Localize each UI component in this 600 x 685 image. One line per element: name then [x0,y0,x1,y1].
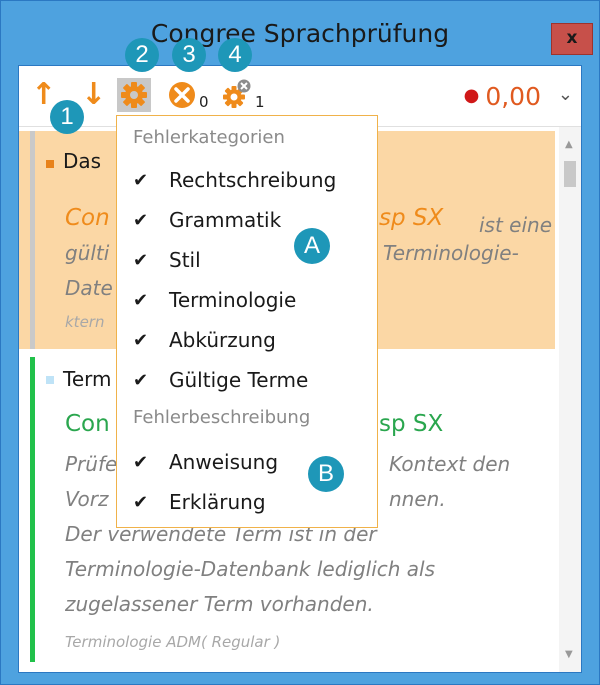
window-title: Congree Sprachprüfung [150,19,450,48]
description-line: Date [65,276,113,300]
menu-item-grammatik[interactable]: ✔ Grammatik [117,202,377,238]
category-label: Term [63,367,112,391]
gear-x-icon [223,79,251,108]
term-text: Con [65,411,110,437]
check-icon: ✔ [133,250,149,271]
menu-item-stil[interactable]: ✔ Stil [117,242,377,278]
callout-4: 4 [218,38,252,72]
scroll-down-icon[interactable]: ▼ [565,649,573,660]
close-button[interactable]: x [551,23,593,55]
chevron-down-icon[interactable]: ⌄ [558,84,573,105]
menu-item-label: Rechtschreibung [169,168,337,192]
card-indicator-bar [30,131,35,349]
title-bar: Congree Sprachprüfung x [1,1,599,65]
menu-item-abkuerzung[interactable]: ✔ Abkürzung [117,322,377,358]
description-line: nnen. [389,487,446,511]
term-text: Con [65,205,110,231]
menu-item-label: Anweisung [169,450,279,474]
menu-item-gueltige-terme[interactable]: ✔ Gültige Terme [117,362,377,398]
card-indicator-bar [30,357,35,662]
description-line: Terminologie-Datenbank lediglich als [65,557,436,581]
menu-item-label: Abkürzung [169,328,276,352]
category-marker [46,160,54,168]
menu-item-terminologie[interactable]: ✔ Terminologie [117,282,377,318]
callout-1: 1 [50,100,84,134]
scroll-thumb[interactable] [564,161,576,187]
term-text-end: sp SX [379,205,444,231]
callout-3: 3 [172,38,206,72]
check-icon: ✔ [133,452,149,473]
check-icon: ✔ [133,290,149,311]
source-label: ktern [65,313,105,331]
check-icon: ✔ [133,492,149,513]
vertical-scrollbar[interactable]: ▲ ▼ [559,127,581,672]
check-icon: ✔ [133,330,149,351]
scroll-up-icon[interactable]: ▲ [565,139,573,150]
check-icon: ✔ [133,210,149,231]
category-label: Das [63,149,102,173]
next-arrow-button[interactable]: ↓ [81,78,106,112]
menu-header-categories: Fehlerkategorien [133,127,285,148]
description-line: zugelassener Term vorhanden. [65,592,374,616]
callout-b: B [308,456,344,492]
description-line: Vorz [65,487,109,511]
terms-count: 1 [255,93,265,111]
settings-button[interactable] [117,78,151,112]
term-text-end: sp SX [379,411,444,437]
menu-item-label: Stil [169,248,201,272]
errors-button[interactable] [165,78,199,112]
x-circle-icon [169,82,195,108]
check-icon: ✔ [133,170,149,191]
source-label: Terminologie ADM( Regular ) [65,633,281,651]
menu-item-label: Gültige Terme [169,368,309,392]
description-line: Terminologie- [383,241,519,265]
score-display: ● 0,00 [464,82,541,111]
description-line: Prüfe [65,452,118,476]
terms-button[interactable] [219,78,253,112]
menu-header-description: Fehlerbeschreibung [133,407,311,428]
category-marker [46,376,54,384]
menu-item-label: Grammatik [169,208,282,232]
menu-item-erklaerung[interactable]: ✔ Erklärung [117,484,377,520]
errors-count: 0 [199,93,209,111]
score-value: 0,00 [485,82,541,111]
check-icon: ✔ [133,370,149,391]
description-line: gülti [65,241,110,265]
menu-item-rechtschreibung[interactable]: ✔ Rechtschreibung [117,162,377,198]
gear-icon [121,82,147,108]
menu-item-label: Erklärung [169,490,266,514]
description-line: Kontext den [389,452,511,476]
score-status-dot: ● [463,85,480,106]
menu-item-label: Terminologie [169,288,297,312]
callout-a: A [294,228,330,264]
callout-2: 2 [125,38,159,72]
